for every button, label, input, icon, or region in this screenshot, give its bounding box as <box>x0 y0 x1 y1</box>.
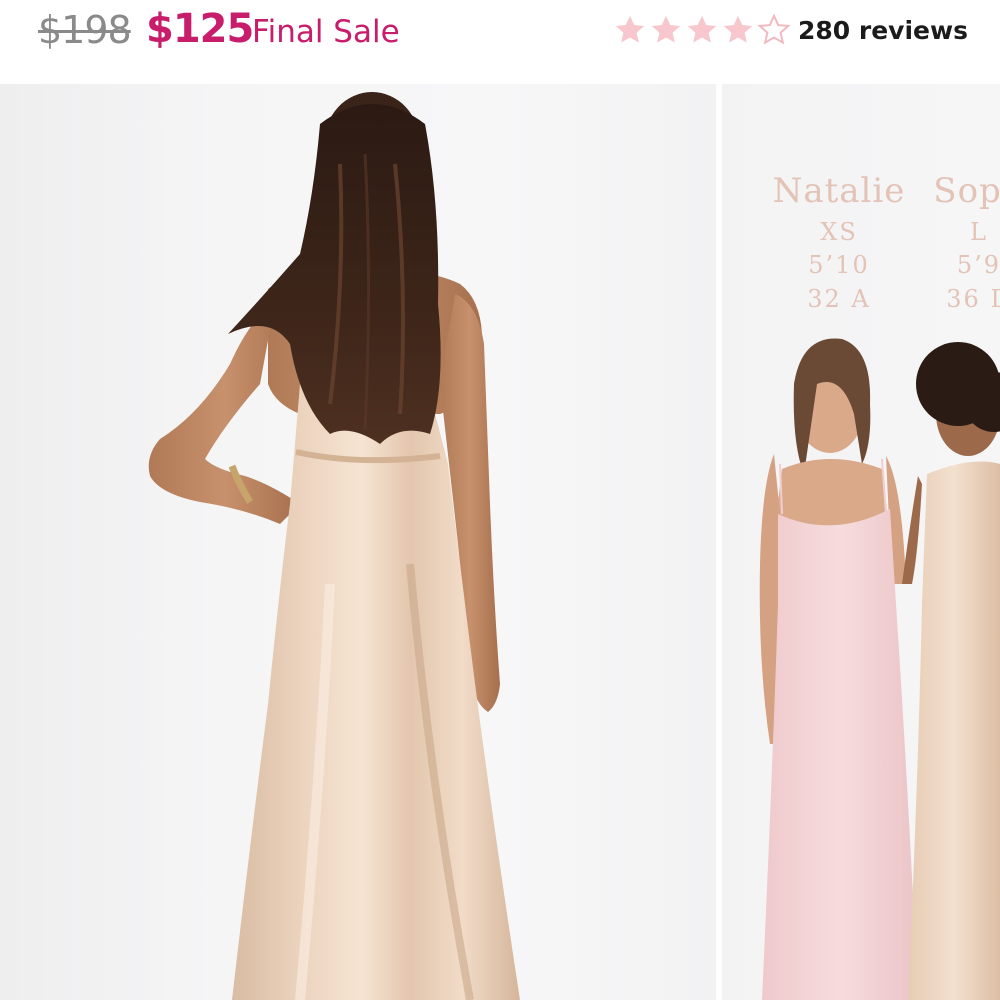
star-filled-icon <box>723 15 753 43</box>
price-bar: $198 $125 Final Sale 280 reviews <box>0 0 1000 84</box>
sale-price: $125 <box>146 6 254 52</box>
product-image-gallery[interactable]: Natalie XS 5’10 32 A Soph L 5’9 36 D <box>0 84 1000 1000</box>
main-product-image[interactable] <box>0 84 716 1000</box>
final-sale-label: Final Sale <box>252 14 400 50</box>
original-price: $198 <box>38 8 132 52</box>
gown-back-view-illustration <box>148 92 520 1000</box>
model-height: 5’9 <box>956 251 1000 280</box>
model-info-soph: Soph L 5’9 36 D <box>904 168 1000 316</box>
model-info-natalie: Natalie XS 5’10 32 A <box>764 168 914 316</box>
model-size: XS <box>820 217 858 246</box>
model-size: L <box>970 217 988 246</box>
model-name: Soph <box>933 171 1000 211</box>
model-bra-size: 32 A <box>807 284 871 313</box>
star-filled-icon <box>687 15 717 43</box>
model-bra-size: 36 D <box>946 284 1000 313</box>
star-filled-icon <box>615 15 645 43</box>
secondary-product-image[interactable]: Natalie XS 5’10 32 A Soph L 5’9 36 D <box>722 84 1000 1000</box>
star-empty-icon <box>757 13 791 45</box>
model-name: Natalie <box>772 171 906 211</box>
reviews-link[interactable]: 280 reviews <box>798 16 968 45</box>
star-filled-icon <box>651 15 681 43</box>
star-rating[interactable] <box>612 12 792 48</box>
model-height: 5’10 <box>808 251 870 280</box>
